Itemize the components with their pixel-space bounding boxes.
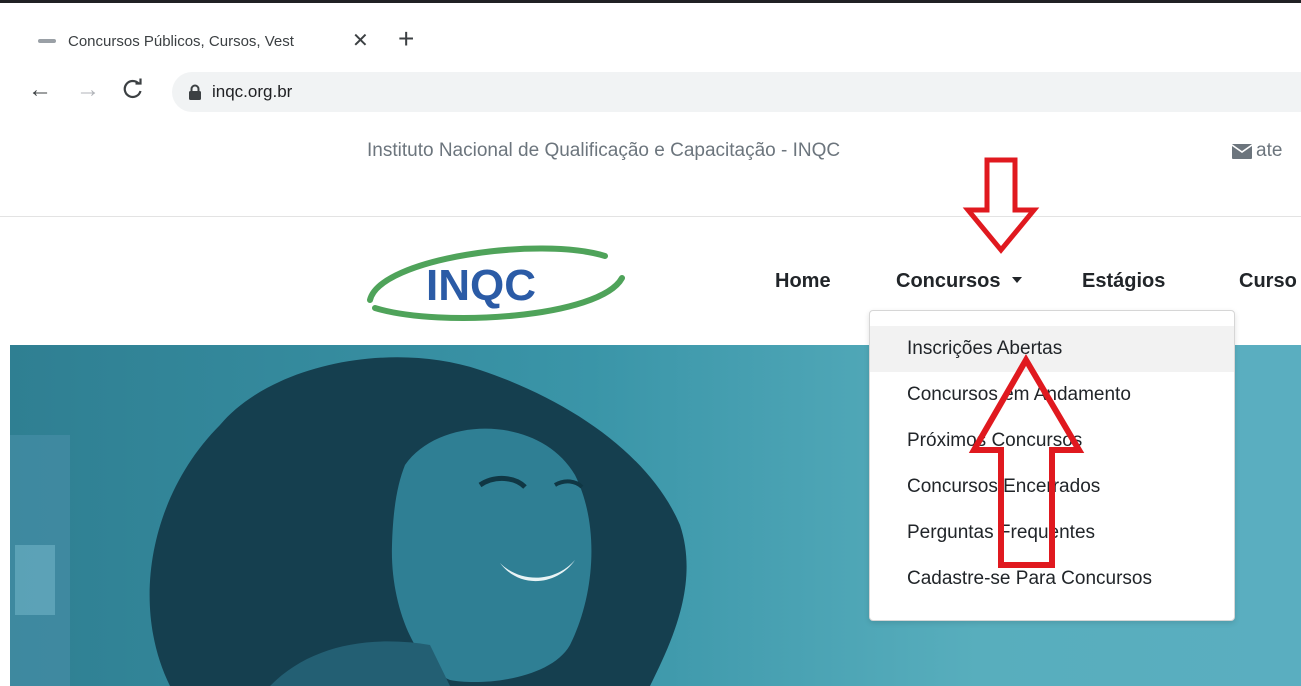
nav-concursos[interactable]: Concursos	[896, 270, 1023, 293]
browser-tab[interactable]: Concursos Públicos, Cursos, Vest ✕	[12, 21, 382, 61]
reload-icon	[123, 78, 142, 99]
tab-favicon-icon	[38, 39, 56, 43]
nav-concursos-label: Concursos	[896, 270, 1001, 292]
nav-cursos[interactable]: Curso	[1239, 270, 1297, 293]
nav-estagios[interactable]: Estágios	[1082, 270, 1165, 293]
nav-home[interactable]: Home	[775, 270, 831, 293]
logo-text: INQC	[426, 261, 536, 310]
back-button[interactable]: ←	[28, 78, 52, 102]
contact-email-text: ate	[1256, 140, 1283, 161]
lock-icon	[189, 84, 201, 100]
concursos-dropdown: Inscrições Abertas Concursos em Andament…	[869, 310, 1235, 621]
inqc-logo[interactable]: INQC	[360, 238, 630, 328]
dropdown-item-concursos-encerrados[interactable]: Concursos Encerrados	[870, 464, 1234, 510]
url-text: inqc.org.br	[212, 82, 293, 101]
tab-title: Concursos Públicos, Cursos, Vest	[68, 32, 294, 50]
dropdown-item-perguntas-frequentes[interactable]: Perguntas Frequentes	[870, 510, 1234, 556]
site-top-bar: Instituto Nacional de Qualificação e Cap…	[0, 120, 1301, 217]
caret-down-icon	[1012, 276, 1023, 283]
contact-email[interactable]: ate	[1232, 140, 1282, 162]
dropdown-item-cadastre-se[interactable]: Cadastre-se Para Concursos	[870, 556, 1234, 602]
browser-toolbar: ← → inqc.org.br	[0, 66, 1301, 120]
address-bar[interactable]: inqc.org.br	[172, 72, 1301, 112]
forward-button[interactable]: →	[76, 78, 100, 102]
reload-button[interactable]	[122, 78, 144, 105]
browser-tab-strip: Concursos Públicos, Cursos, Vest ✕ +	[0, 0, 1301, 69]
dropdown-item-inscricoes-abertas[interactable]: Inscrições Abertas	[870, 326, 1234, 372]
institute-title: Instituto Nacional de Qualificação e Cap…	[367, 140, 841, 161]
dropdown-item-proximos-concursos[interactable]: Próximos Concursos	[870, 418, 1234, 464]
tab-close-icon[interactable]: ✕	[352, 31, 369, 51]
new-tab-button[interactable]: +	[398, 25, 414, 53]
mail-icon	[1232, 143, 1252, 159]
inqc-logo-graphic: INQC	[367, 245, 625, 321]
dropdown-item-concursos-em-andamento[interactable]: Concursos em Andamento	[870, 372, 1234, 418]
